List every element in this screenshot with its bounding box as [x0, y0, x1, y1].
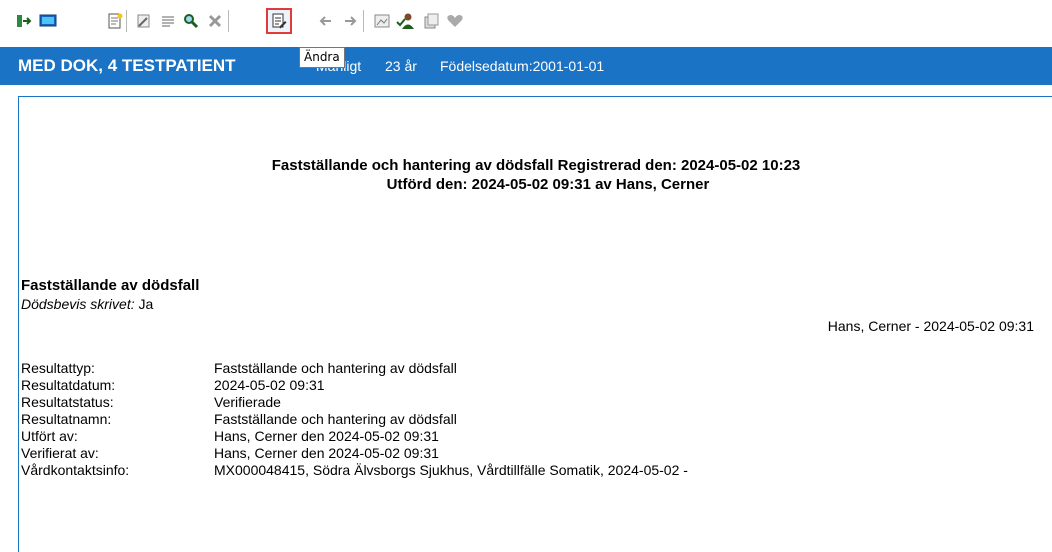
- new-document-icon[interactable]: [105, 11, 125, 31]
- section-title: Fastställande av dödsfall: [21, 277, 200, 294]
- patient-banner: MED DOK, 4 TESTPATIENT Manligt 23 år Föd…: [0, 47, 1052, 85]
- patient-name: MED DOK, 4 TESTPATIENT: [18, 56, 236, 75]
- field-label: Resultatdatum:: [21, 377, 116, 393]
- patient-dob: Födelsedatum:2001-01-01: [440, 58, 605, 74]
- field-label: Verifierat av:: [21, 445, 99, 461]
- document-header-line2: Utförd den: 2024-05-02 09:31 av Hans, Ce…: [386, 176, 710, 193]
- document-header-line1: Fastställande och hantering av dödsfall …: [271, 157, 801, 174]
- heart-icon[interactable]: [445, 11, 465, 31]
- field-value: MX000048415, Södra Älvsborgs Sjukhus, Vå…: [214, 462, 688, 478]
- patient-age: 23 år: [385, 58, 417, 74]
- field-value: Verifierade: [214, 394, 281, 410]
- field-value: Hans, Cerner den 2024-05-02 09:31: [214, 445, 439, 461]
- dodsbevis-value: Ja: [138, 296, 154, 312]
- field-label: Utfört av:: [21, 428, 78, 444]
- list-icon[interactable]: [158, 11, 178, 31]
- back-arrow-icon[interactable]: [316, 11, 336, 31]
- field-label: Resultatstatus:: [21, 394, 114, 410]
- field-value: Fastställande och hantering av dödsfall: [214, 411, 457, 427]
- field-value: Fastställande och hantering av dödsfall: [214, 360, 457, 376]
- field-label: Resultatnamn:: [21, 411, 112, 427]
- toolbar: [0, 0, 1052, 46]
- sign-icon[interactable]: [134, 11, 154, 31]
- person-check-icon[interactable]: [396, 11, 416, 31]
- exit-icon[interactable]: [15, 11, 35, 31]
- copy-icon[interactable]: [421, 11, 441, 31]
- edit-tooltip: Ändra: [299, 47, 345, 68]
- forward-arrow-icon[interactable]: [340, 11, 360, 31]
- field-label: Resultattyp:: [21, 360, 95, 376]
- field-label: Vårdkontaktsinfo:: [21, 462, 130, 478]
- field-value: Hans, Cerner den 2024-05-02 09:31: [214, 428, 439, 444]
- dodsbevis-label: Dödsbevis skrivet:: [21, 296, 135, 312]
- image-icon[interactable]: [372, 11, 392, 31]
- dodsbevis-field: Dödsbevis skrivet: Ja: [21, 296, 153, 312]
- monitor-icon[interactable]: [38, 11, 58, 31]
- signer-info: Hans, Cerner - 2024-05-02 09:31: [827, 318, 1034, 334]
- field-value: 2024-05-02 09:31: [214, 377, 325, 393]
- delete-icon[interactable]: [205, 11, 225, 31]
- edit-icon[interactable]: [266, 8, 292, 34]
- search-icon[interactable]: [181, 11, 201, 31]
- document-view: Fastställande och hantering av dödsfall …: [18, 96, 1052, 552]
